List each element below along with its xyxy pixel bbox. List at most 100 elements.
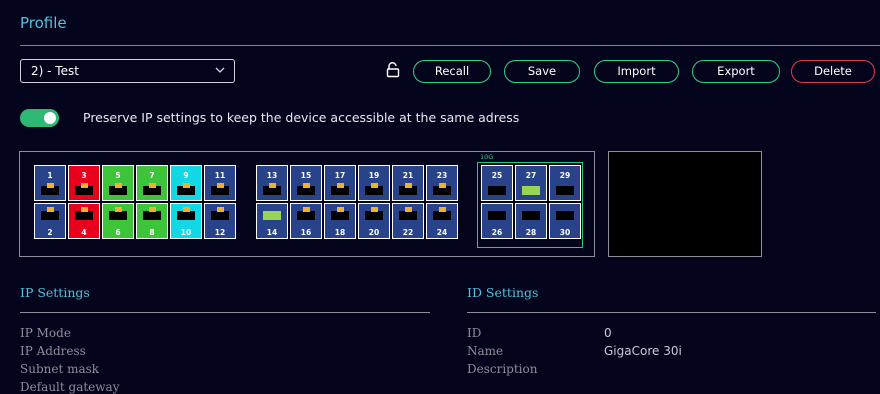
port-12[interactable]: 12 [204, 203, 236, 239]
link-led [337, 183, 344, 188]
port-number: 10 [180, 228, 192, 237]
port-number: 14 [266, 228, 278, 237]
port-14[interactable]: 14 [256, 203, 288, 239]
port-24[interactable]: 24 [426, 203, 458, 239]
port-socket [488, 186, 506, 195]
link-led [439, 183, 446, 188]
link-led [405, 207, 412, 212]
port-number: 6 [115, 228, 121, 237]
port-26[interactable]: 26 [481, 203, 513, 239]
port-25[interactable]: 25 [481, 165, 513, 201]
port-number: 27 [525, 171, 537, 180]
port-number: 1 [47, 171, 53, 180]
unlock-icon[interactable] [386, 62, 400, 78]
page-title: Profile [20, 14, 67, 32]
profile-select-value: 2) - Test [31, 64, 79, 78]
link-led [217, 183, 224, 188]
port-29[interactable]: 29 [549, 165, 581, 201]
link-led [405, 183, 412, 188]
port-6[interactable]: 6 [102, 203, 134, 239]
id-value: 0 [604, 326, 612, 340]
port-28[interactable]: 28 [515, 203, 547, 239]
port-socket [522, 186, 540, 195]
preserve-ip-label: Preserve IP settings to keep the device … [83, 110, 520, 125]
chevron-down-icon [215, 67, 225, 73]
port-1[interactable]: 1 [34, 165, 66, 201]
port-3[interactable]: 3 [68, 165, 100, 201]
port-socket [433, 211, 451, 220]
link-led [47, 183, 54, 188]
port-number: 12 [214, 228, 226, 237]
id-settings-divider [467, 312, 876, 313]
port-10[interactable]: 10 [170, 203, 202, 239]
port-11[interactable]: 11 [204, 165, 236, 201]
port-2[interactable]: 2 [34, 203, 66, 239]
port-socket [109, 211, 127, 220]
port-number: 22 [402, 228, 414, 237]
toggle-knob [44, 112, 56, 124]
port-socket [556, 211, 574, 220]
port-22[interactable]: 22 [392, 203, 424, 239]
port-20[interactable]: 20 [358, 203, 390, 239]
port-8[interactable]: 8 [136, 203, 168, 239]
port-21[interactable]: 21 [392, 165, 424, 201]
port-socket [556, 186, 574, 195]
ip-mode-label: IP Mode [20, 326, 71, 340]
preview-box [608, 151, 762, 257]
link-led [371, 183, 378, 188]
export-button[interactable]: Export [692, 60, 780, 83]
header-divider [20, 45, 880, 46]
profile-select[interactable]: 2) - Test [20, 59, 235, 83]
link-led [217, 207, 224, 212]
port-16[interactable]: 16 [290, 203, 322, 239]
port-19[interactable]: 19 [358, 165, 390, 201]
port-number: 5 [115, 171, 121, 180]
link-led [183, 183, 190, 188]
link-led [149, 183, 156, 188]
subnet-mask-label: Subnet mask [20, 362, 100, 376]
port-socket [211, 211, 229, 220]
port-number: 13 [266, 171, 278, 180]
link-led [115, 183, 122, 188]
link-led [183, 207, 190, 212]
port-number: 16 [300, 228, 312, 237]
port-9[interactable]: 9 [170, 165, 202, 201]
preserve-ip-toggle[interactable] [20, 109, 59, 127]
recall-button[interactable]: Recall [413, 60, 491, 83]
port-27[interactable]: 27 [515, 165, 547, 201]
port-socket [488, 211, 506, 220]
ten-g-label: 10G [480, 153, 494, 161]
port-number: 19 [368, 171, 380, 180]
port-socket [331, 211, 349, 220]
port-number: 24 [436, 228, 448, 237]
id-settings-title: ID Settings [467, 285, 539, 300]
name-label: Name [467, 344, 504, 358]
port-13[interactable]: 13 [256, 165, 288, 201]
port-number: 30 [559, 228, 571, 237]
link-led [115, 207, 122, 212]
import-button[interactable]: Import [594, 60, 679, 83]
link-led [439, 207, 446, 212]
id-label: ID [467, 326, 482, 340]
port-number: 26 [491, 228, 503, 237]
delete-button[interactable]: Delete [791, 60, 875, 83]
link-led [269, 183, 276, 188]
port-number: 18 [334, 228, 346, 237]
port-socket [522, 211, 540, 220]
port-socket [75, 211, 93, 220]
save-button[interactable]: Save [504, 60, 580, 83]
port-socket [263, 211, 281, 220]
link-led [149, 207, 156, 212]
ip-address-label: IP Address [20, 344, 86, 358]
port-7[interactable]: 7 [136, 165, 168, 201]
port-30[interactable]: 30 [549, 203, 581, 239]
port-number: 25 [491, 171, 503, 180]
port-23[interactable]: 23 [426, 165, 458, 201]
port-15[interactable]: 15 [290, 165, 322, 201]
port-4[interactable]: 4 [68, 203, 100, 239]
port-17[interactable]: 17 [324, 165, 356, 201]
port-socket [365, 211, 383, 220]
port-5[interactable]: 5 [102, 165, 134, 201]
port-socket [143, 211, 161, 220]
port-18[interactable]: 18 [324, 203, 356, 239]
